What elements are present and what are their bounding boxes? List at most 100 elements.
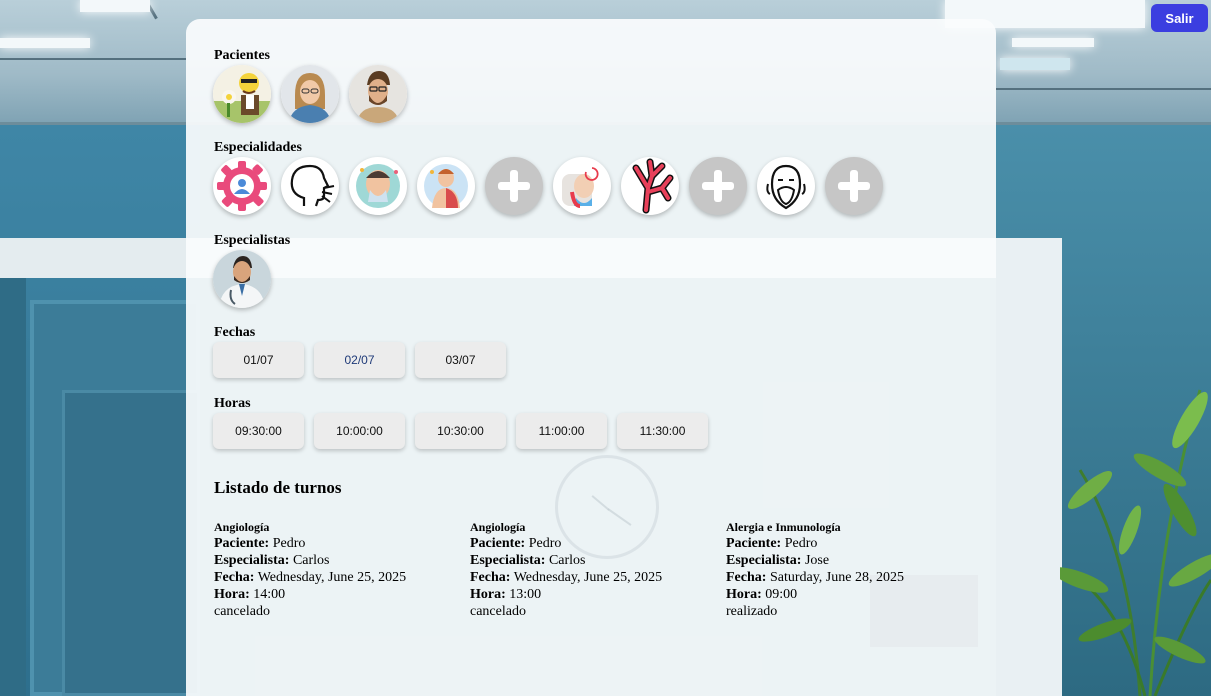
turno-estado: cancelado (214, 604, 270, 619)
turno-especialista: Jose (804, 553, 830, 568)
time-chip[interactable]: 09:30:00 (213, 413, 304, 449)
door (62, 390, 200, 696)
pacientes-row (213, 65, 407, 123)
hora-label: Hora: (726, 587, 762, 602)
ceiling-light (1012, 38, 1094, 47)
turno-fecha: Wednesday, June 25, 2025 (513, 570, 663, 585)
especialidad-item[interactable] (213, 157, 271, 215)
turno-paciente-line: Paciente: Pedro (726, 535, 966, 552)
especialidad-item[interactable] (281, 157, 339, 215)
specialist-avatar[interactable] (213, 250, 271, 308)
turno-hora-line: Hora: 09:00 (726, 586, 966, 603)
turno-paciente: Pedro (784, 536, 818, 551)
especialidad-item[interactable] (825, 157, 883, 215)
turno-especialidad: Angiología (470, 520, 526, 534)
turno-especialista-line: Especialista: Carlos (470, 552, 710, 569)
especialidad-item[interactable] (553, 157, 611, 215)
ceiling-line (0, 58, 186, 60)
turno-hora: 09:00 (765, 587, 798, 602)
turno-fecha-line: Fecha: Wednesday, June 25, 2025 (470, 569, 710, 586)
especialista-label: Especialista: (470, 553, 546, 568)
paciente-label: Paciente: (214, 536, 270, 551)
doctor-avatar (213, 250, 271, 308)
turno-hora: 13:00 (509, 587, 542, 602)
especialidad-item[interactable] (621, 157, 679, 215)
hora-label: Hora: (214, 587, 250, 602)
especialistas-title: Especialistas (214, 233, 291, 248)
patient-avatar-2[interactable] (281, 65, 339, 123)
patient-avatar-3[interactable] (349, 65, 407, 123)
plus-icon (702, 170, 734, 202)
cartoon-patient-avatar (213, 65, 271, 123)
ceiling-light (0, 38, 90, 48)
elderly-icon (562, 167, 599, 208)
horas-row: 09:30:00 10:00:00 10:30:00 11:00:00 11:3… (213, 413, 708, 449)
turno-paciente: Pedro (528, 536, 562, 551)
door-post (0, 278, 26, 696)
turno-especialista: Carlos (548, 553, 586, 568)
turno-estado: realizado (726, 604, 778, 619)
especialidad-item[interactable] (349, 157, 407, 215)
ceiling-line (996, 88, 1211, 90)
turno-especialidad: Angiología (214, 520, 270, 534)
turno-especialista-line: Especialista: Jose (726, 552, 966, 569)
patient-avatar-1[interactable] (213, 65, 271, 123)
paciente-label: Paciente: (726, 536, 782, 551)
turno-especialista: Carlos (292, 553, 330, 568)
fechas-title: Fechas (214, 325, 256, 340)
turno-fecha-line: Fecha: Wednesday, June 25, 2025 (214, 569, 454, 586)
turno-hora: 14:00 (253, 587, 286, 602)
turno-estado: cancelado (470, 604, 526, 619)
time-chip[interactable]: 11:00:00 (516, 413, 607, 449)
paciente-label: Paciente: (470, 536, 526, 551)
turno-fecha: Wednesday, June 25, 2025 (257, 570, 407, 585)
vein-icon (632, 158, 674, 214)
turno-card: Angiología Paciente: Pedro Especialista:… (470, 519, 710, 620)
turno-especialista-line: Especialista: Carlos (214, 552, 454, 569)
especialidad-item[interactable] (417, 157, 475, 215)
turno-paciente: Pedro (272, 536, 306, 551)
pacientes-title: Pacientes (214, 48, 270, 63)
plus-icon (838, 170, 870, 202)
especialidad-item[interactable] (757, 157, 815, 215)
woman-patient-avatar (281, 65, 339, 123)
especialidad-item[interactable] (689, 157, 747, 215)
anatomy-icon (424, 164, 468, 208)
date-chip[interactable]: 01/07 (213, 342, 304, 378)
turno-fecha: Saturday, June 28, 2025 (769, 570, 904, 585)
old-man-face-icon (766, 164, 806, 210)
turno-card: Angiología Paciente: Pedro Especialista:… (214, 519, 454, 620)
date-chip-selected[interactable]: 02/07 (314, 342, 405, 378)
turno-hora-line: Hora: 13:00 (470, 586, 710, 603)
especialidad-item[interactable] (485, 157, 543, 215)
horas-title: Horas (214, 396, 251, 411)
especialidades-title: Especialidades (214, 140, 302, 155)
especialistas-row (213, 250, 271, 308)
ceiling-light (1000, 58, 1070, 70)
arch (996, 238, 1062, 696)
especialidades-row (213, 157, 883, 215)
turno-paciente-line: Paciente: Pedro (470, 535, 710, 552)
turno-especialidad: Alergia e Inmunología (726, 520, 841, 534)
fecha-label: Fecha: (214, 570, 255, 585)
fechas-row: 01/07 02/07 03/07 (213, 342, 506, 378)
logout-button[interactable]: Salir (1151, 4, 1208, 32)
hora-label: Hora: (470, 587, 506, 602)
fecha-label: Fecha: (470, 570, 511, 585)
man-patient-avatar (349, 65, 407, 123)
time-chip[interactable]: 10:00:00 (314, 413, 405, 449)
gear-person-icon (217, 161, 267, 211)
plus-icon (498, 170, 530, 202)
turno-paciente-line: Paciente: Pedro (214, 535, 454, 552)
listado-title: Listado de turnos (214, 478, 342, 497)
time-chip[interactable]: 11:30:00 (617, 413, 708, 449)
fecha-label: Fecha: (726, 570, 767, 585)
especialista-label: Especialista: (726, 553, 802, 568)
head-sneeze-icon (290, 164, 335, 207)
date-chip[interactable]: 03/07 (415, 342, 506, 378)
turno-fecha-line: Fecha: Saturday, June 28, 2025 (726, 569, 966, 586)
time-chip[interactable]: 10:30:00 (415, 413, 506, 449)
allergy-face-icon (356, 164, 400, 208)
plant-icon (1060, 389, 1211, 696)
ceiling-light (80, 0, 150, 12)
